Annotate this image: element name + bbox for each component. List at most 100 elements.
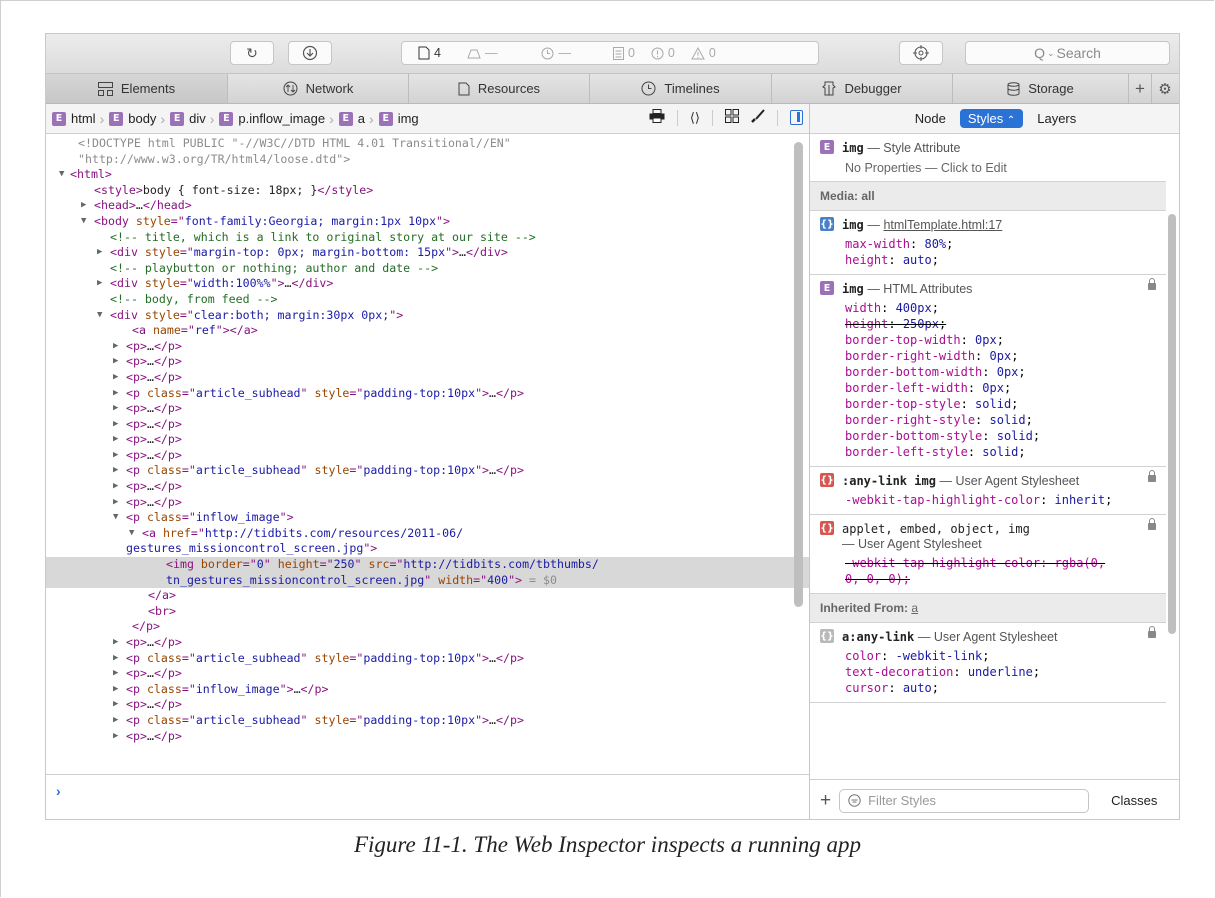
activity-errors[interactable]: 0	[651, 46, 675, 60]
breadcrumb-item-html[interactable]: Ehtml	[52, 111, 96, 126]
dom-node-comment[interactable]: <!-- playbutton or nothing; author and d…	[46, 261, 809, 277]
add-rule-button[interactable]: +	[820, 790, 831, 812]
tab-layers[interactable]: Layers	[1037, 111, 1076, 126]
disclosure-closed-icon[interactable]: ▶	[81, 198, 86, 214]
tab-storage[interactable]: Storage	[953, 74, 1129, 103]
print-icon[interactable]	[649, 109, 665, 126]
dom-node-a-href[interactable]: ▼ <a href="http://tidbits.com/resources/2…	[46, 526, 809, 542]
new-tab-button[interactable]: +	[1129, 74, 1152, 103]
dom-node-doctype[interactable]: <!DOCTYPE html PUBLIC "-//W3C//DTD HTML …	[46, 136, 809, 152]
dom-node-div[interactable]: ▼ <div style="clear:both; margin:30px 0px…	[46, 308, 809, 324]
dom-node-comment[interactable]: <!-- body, from feed -->	[46, 292, 809, 308]
sidebar-scrollbar[interactable]	[1168, 214, 1176, 634]
disclosure-closed-icon[interactable]: ▶	[113, 479, 118, 495]
css-property[interactable]: border-left-width: 0px;	[845, 380, 1156, 396]
disclosure-closed-icon[interactable]: ▶	[113, 417, 118, 433]
dom-node-doctype-cont[interactable]: "http://www.w3.org/TR/html4/loose.dtd">	[46, 152, 809, 168]
dom-node-a-href-cont[interactable]: gestures_missioncontrol_screen.jpg">	[46, 541, 809, 557]
dom-node-a[interactable]: <a name="ref"></a>	[46, 323, 809, 339]
tab-styles[interactable]: Styles ⌃	[959, 109, 1024, 128]
activity-time[interactable]: —	[541, 46, 571, 60]
dom-node-p[interactable]: ▶ <p>…</p>	[46, 495, 809, 511]
inspect-element-button[interactable]	[899, 41, 943, 65]
disclosure-open-icon[interactable]: ▼	[59, 167, 64, 183]
disclosure-closed-icon[interactable]: ▶	[113, 354, 118, 370]
dom-node-head[interactable]: ▶ <head>…</head>	[46, 198, 809, 214]
layout-grid-icon[interactable]	[725, 109, 739, 126]
disclosure-closed-icon[interactable]: ▶	[113, 448, 118, 464]
dom-node-p[interactable]: ▶ <p>…</p>	[46, 432, 809, 448]
reload-button[interactable]: ↻	[230, 41, 274, 65]
dom-node-p[interactable]: ▶ <p>…</p>	[46, 635, 809, 651]
disclosure-closed-icon[interactable]: ▶	[113, 697, 118, 713]
css-property[interactable]: border-left-style: solid;	[845, 444, 1156, 460]
search-field[interactable]: Q ⌄ Search	[965, 41, 1170, 65]
dom-node-p[interactable]: ▶ <p>…</p>	[46, 401, 809, 417]
console-prompt-area[interactable]: ›	[46, 774, 809, 819]
disclosure-closed-icon[interactable]: ▶	[113, 729, 118, 745]
tab-elements[interactable]: Elements	[46, 74, 228, 103]
dom-node-p-inflow[interactable]: ▼ <p class="inflow_image">	[46, 510, 809, 526]
breadcrumb-item-a[interactable]: Ea	[338, 111, 365, 126]
disclosure-closed-icon[interactable]: ▶	[97, 276, 102, 292]
filter-styles-input[interactable]: Filter Styles	[839, 788, 1090, 813]
dom-node-p[interactable]: ▶ <p>…</p>	[46, 729, 809, 745]
disclosure-closed-icon[interactable]: ▶	[113, 401, 118, 417]
rule-style-attribute[interactable]: Eimg — Style Attribute No Properties — C…	[810, 134, 1166, 182]
rule-html-template[interactable]: {} img — htmlTemplate.html:17 max-width: …	[810, 211, 1166, 275]
css-property[interactable]: border-right-style: solid;	[845, 412, 1156, 428]
disclosure-closed-icon[interactable]: ▶	[113, 635, 118, 651]
dom-node-p[interactable]: ▶ <p>…</p>	[46, 417, 809, 433]
inherited-from-link[interactable]: a	[911, 601, 918, 615]
rule-a-any-link[interactable]: {} a:any-link — User Agent Stylesheet col…	[810, 623, 1166, 703]
dom-node-p[interactable]: ▶ <p>…</p>	[46, 339, 809, 355]
rule-any-link-img[interactable]: {}:any-link img — User Agent Stylesheet …	[810, 467, 1166, 515]
dom-node-style[interactable]: <style>body { font-size: 18px; }</style>	[46, 183, 809, 199]
css-property[interactable]: height: 250px;	[845, 316, 1156, 332]
dom-node-a-close[interactable]: </a>	[46, 588, 809, 604]
disclosure-open-icon[interactable]: ▼	[97, 308, 102, 324]
activity-warnings[interactable]: 0	[691, 46, 716, 60]
dom-node-p-subhead[interactable]: ▶ <p class="article_subhead" style="paddi…	[46, 651, 809, 667]
disclosure-open-icon[interactable]: ▼	[113, 510, 118, 526]
rule-source-link[interactable]: htmlTemplate.html:17	[883, 218, 1002, 232]
disclosure-closed-icon[interactable]: ▶	[113, 370, 118, 386]
sidebar-toggle-icon[interactable]	[790, 110, 803, 125]
disclosure-closed-icon[interactable]: ▶	[113, 495, 118, 511]
dom-node-html[interactable]: ▼ <html>	[46, 167, 809, 183]
disclosure-open-icon[interactable]: ▼	[81, 214, 86, 230]
classes-button[interactable]: Classes	[1111, 793, 1157, 808]
disclosure-closed-icon[interactable]: ▶	[113, 463, 118, 479]
css-property[interactable]: border-top-style: solid;	[845, 396, 1156, 412]
code-brackets-icon[interactable]: ⟨⟩	[690, 110, 700, 126]
dom-node-div[interactable]: ▶ <div style="margin-top: 0px; margin-bot…	[46, 245, 809, 261]
activity-logs[interactable]: 0	[612, 46, 635, 60]
disclosure-closed-icon[interactable]: ▶	[113, 682, 118, 698]
dom-node-comment[interactable]: <!-- title, which is a link to original …	[46, 230, 809, 246]
dom-node-p[interactable]: ▶ <p>…</p>	[46, 354, 809, 370]
rule-properties[interactable]: width: 400px; height: 250px; border-top-wi…	[820, 300, 1156, 460]
dom-node-img-selected-cont[interactable]: tn_gestures_missioncontrol_screen.jpg" w…	[46, 572, 809, 589]
disclosure-closed-icon[interactable]: ▶	[113, 386, 118, 402]
activity-viewer[interactable]: 4 — — 0 0 0	[401, 41, 819, 65]
tab-timelines[interactable]: Timelines	[590, 74, 772, 103]
tab-node[interactable]: Node	[915, 111, 946, 126]
rule-properties[interactable]: max-width: 80%; height: auto;	[820, 236, 1156, 268]
dom-node-div[interactable]: ▶ <div style="width:100%%">…</div>	[46, 276, 809, 292]
rule-html-attributes[interactable]: Eimg — HTML Attributes width: 400px; heig…	[810, 275, 1166, 467]
paintbrush-icon[interactable]	[751, 109, 765, 126]
activity-resources[interactable]: 4	[418, 46, 441, 60]
disclosure-closed-icon[interactable]: ▶	[113, 432, 118, 448]
breadcrumb-item-p[interactable]: Ep.inflow_image	[219, 111, 325, 126]
dom-node-body[interactable]: ▼ <body style="font-family:Georgia; margi…	[46, 214, 809, 230]
dom-node-br[interactable]: <br>	[46, 604, 809, 620]
css-property[interactable]: border-bottom-width: 0px;	[845, 364, 1156, 380]
dom-node-p-subhead[interactable]: ▶ <p class="article_subhead" style="paddi…	[46, 463, 809, 479]
disclosure-closed-icon[interactable]: ▶	[97, 245, 102, 261]
disclosure-closed-icon[interactable]: ▶	[113, 713, 118, 729]
css-property[interactable]: width: 400px;	[845, 300, 1156, 316]
breadcrumb-item-div[interactable]: Ediv	[170, 111, 206, 126]
disclosure-open-icon[interactable]: ▼	[129, 526, 134, 542]
tab-network[interactable]: Network	[228, 74, 409, 103]
css-property[interactable]: border-bottom-style: solid;	[845, 428, 1156, 444]
